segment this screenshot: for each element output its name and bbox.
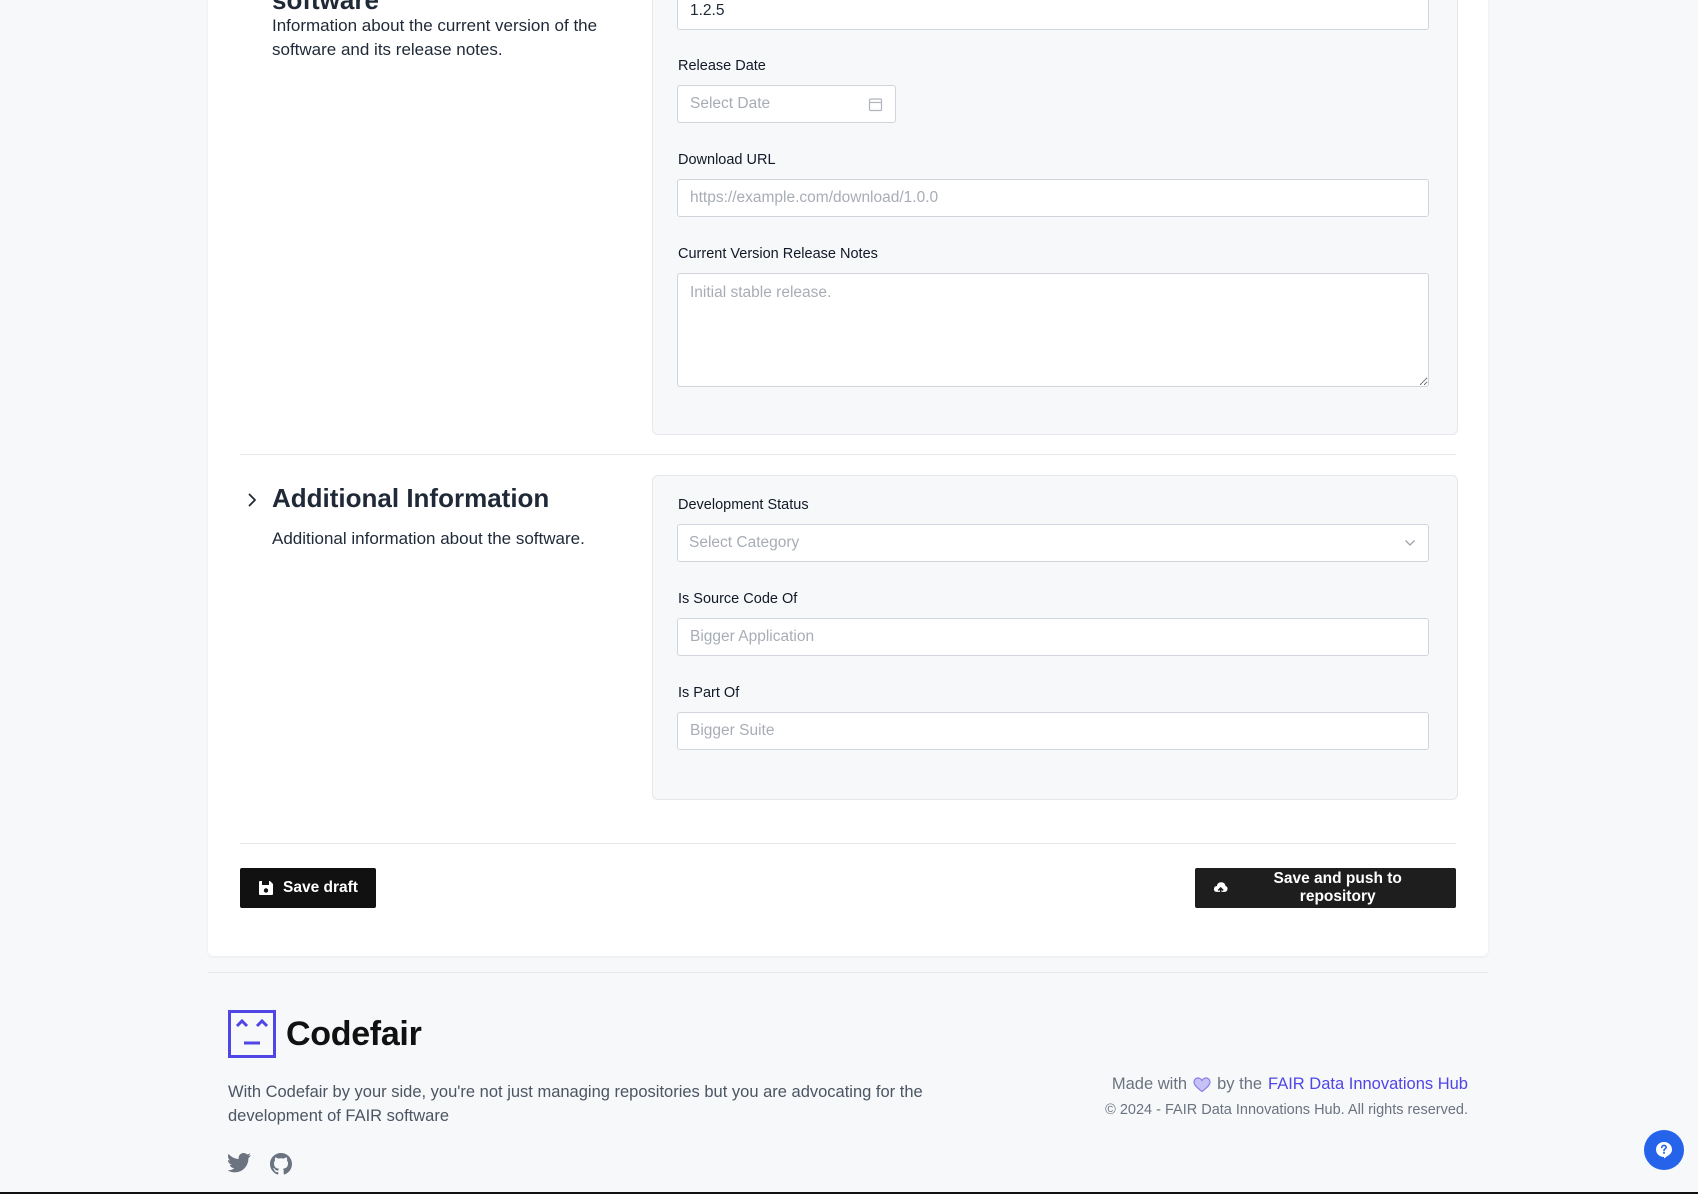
release-notes-textarea[interactable] <box>677 273 1429 387</box>
is-part-of-label: Is Part Of <box>678 685 740 701</box>
release-date-picker[interactable]: Select Date <box>677 85 896 123</box>
chevron-right-icon[interactable] <box>244 492 260 508</box>
github-icon[interactable] <box>269 1152 293 1176</box>
cloud-upload-icon <box>1213 881 1228 896</box>
section-title-additional: Additional Information <box>272 483 550 513</box>
save-and-push-label: Save and push to repository <box>1273 870 1402 905</box>
download-url-label: Download URL <box>678 152 776 168</box>
is-source-code-of-input[interactable] <box>677 618 1429 656</box>
save-draft-label: Save draft <box>283 879 358 896</box>
section-description-version: Information about the current version of… <box>272 16 598 59</box>
help-icon <box>1656 1142 1672 1159</box>
actions-divider <box>240 843 1456 844</box>
footer-divider <box>208 972 1488 973</box>
made-with-line: Made with by the FAIR Data Innovations H… <box>1112 1075 1468 1094</box>
release-date-placeholder: Select Date <box>690 95 771 112</box>
help-button[interactable] <box>1644 1130 1684 1170</box>
copyright-text: © 2024 - FAIR Data Innovations Hub. All … <box>1105 1102 1468 1118</box>
section-description-additional: Additional information about the softwar… <box>272 529 585 548</box>
chevron-down-icon <box>1405 540 1415 546</box>
calendar-icon <box>868 98 883 112</box>
footer-brand[interactable]: Codefair <box>228 1010 422 1058</box>
development-status-label: Development Status <box>678 497 809 513</box>
fair-hub-link[interactable]: FAIR Data Innovations Hub <box>1268 1075 1468 1094</box>
save-icon <box>259 881 273 895</box>
save-and-push-button[interactable]: Save and push to repository <box>1195 868 1456 908</box>
twitter-icon[interactable] <box>228 1152 252 1174</box>
version-input[interactable] <box>677 0 1429 30</box>
is-part-of-input[interactable] <box>677 712 1429 750</box>
release-date-label: Release Date <box>678 58 766 74</box>
is-source-code-of-label: Is Source Code Of <box>678 591 798 607</box>
section-title-version: software <box>272 0 379 15</box>
by-the-text: by the <box>1217 1075 1263 1093</box>
codefair-logo-icon <box>228 1010 276 1058</box>
section-divider <box>240 454 1456 455</box>
development-status-placeholder: Select Category <box>689 534 800 551</box>
brand-name: Codefair <box>286 1014 422 1053</box>
heart-icon <box>1193 1076 1211 1092</box>
footer-tagline: With Codefair by your side, you're not j… <box>228 1083 923 1125</box>
release-notes-label: Current Version Release Notes <box>678 246 878 262</box>
save-draft-button[interactable]: Save draft <box>240 868 376 908</box>
made-with-text: Made with <box>1111 1075 1188 1093</box>
development-status-select[interactable]: Select Category <box>677 524 1429 562</box>
download-url-input[interactable] <box>677 179 1429 217</box>
